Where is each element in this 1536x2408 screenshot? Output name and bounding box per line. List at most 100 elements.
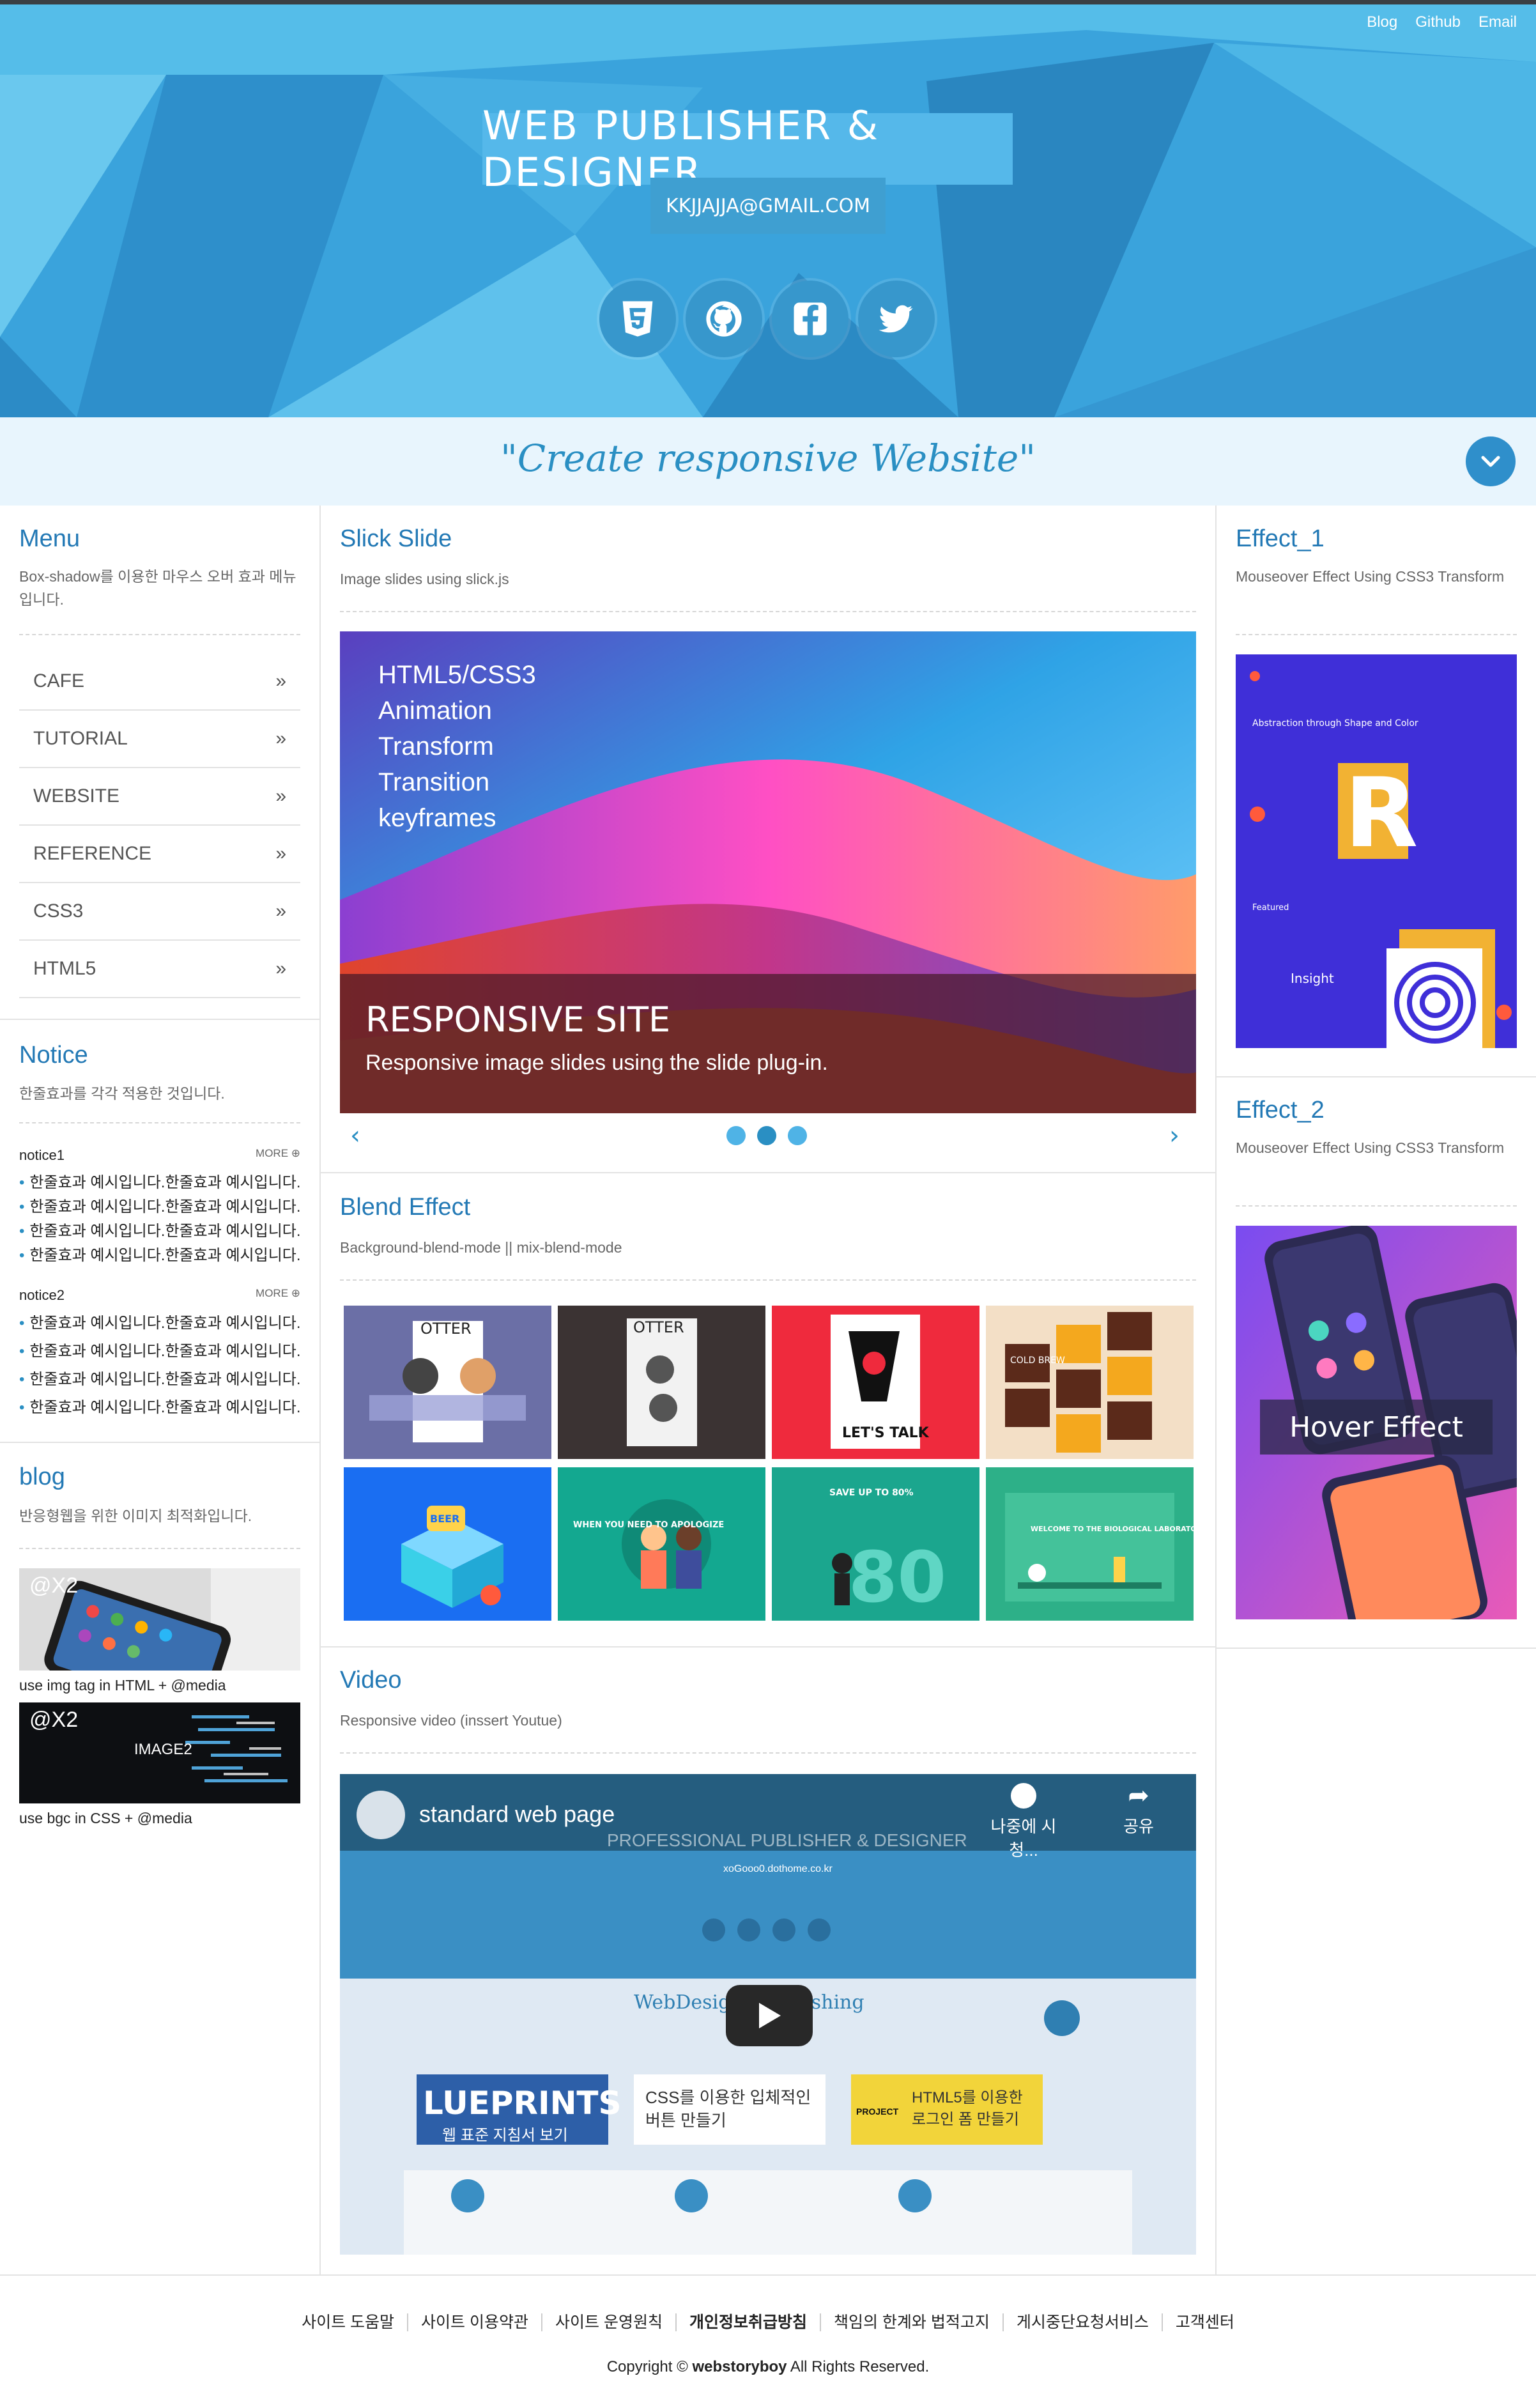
double-chevron-right-icon: » <box>275 958 286 979</box>
lets-talk-illustration: LET'S TALK <box>772 1306 979 1459</box>
footer-link[interactable]: 책임의 한계와 법적고지 <box>821 2313 1004 2331</box>
effect2-image[interactable]: Hover Effect <box>1236 1226 1517 1619</box>
slide-dot[interactable] <box>788 1126 807 1145</box>
html5-icon[interactable] <box>599 281 676 357</box>
top-nav-email[interactable]: Email <box>1478 13 1517 31</box>
effect1-image[interactable]: Abstraction through Shape and Color R Fe… <box>1236 654 1517 1048</box>
tile-text: OTTER <box>633 1318 684 1336</box>
video-title-text[interactable]: standard web page <box>419 1801 615 1828</box>
more-label: MORE <box>256 1287 289 1299</box>
effect1-title: Effect_1 <box>1236 525 1325 552</box>
slide-prev-button[interactable]: ‹ <box>350 1121 360 1150</box>
tile-number: 80 <box>849 1536 946 1618</box>
menu-item-tutorial[interactable]: TUTORIAL » <box>19 711 300 768</box>
notice-line[interactable]: • 한줄효과 예시입니다.한줄효과 예시입니다. <box>19 1338 300 1361</box>
blog-image-phone[interactable]: @X2 <box>19 1568 300 1671</box>
blend-dash-divider <box>340 1279 1196 1281</box>
double-chevron-right-icon: » <box>275 900 286 922</box>
footer-link-privacy[interactable]: 개인정보취급방침 <box>677 2313 821 2331</box>
github-icon[interactable] <box>686 281 762 357</box>
blend-desc: Background-blend-mode || mix-blend-mode <box>340 1239 622 1256</box>
copyright: Copyright © webstoryboy All Rights Reser… <box>0 2358 1536 2376</box>
effect2-title: Effect_2 <box>1236 1097 1325 1123</box>
notice1-name: notice1 <box>19 1147 65 1163</box>
tile-text: WHEN YOU NEED TO APOLOGIZE <box>573 1520 724 1530</box>
notice-line[interactable]: • 한줄효과 예시입니다.한줄효과 예시입니다. <box>19 1394 300 1417</box>
effect1-desc: Mouseover Effect Using CSS3 Transform <box>1236 568 1505 585</box>
notice-line-text: 한줄효과 예시입니다.한줄효과 예시입니다. <box>29 1371 300 1388</box>
copyright-suffix: All Rights Reserved. <box>790 2358 930 2375</box>
blend-tile[interactable]: OTTER <box>344 1306 551 1459</box>
top-nav-github[interactable]: Github <box>1415 13 1461 31</box>
scroll-down-button[interactable] <box>1466 436 1516 486</box>
menu-item-website[interactable]: WEBSITE » <box>19 768 300 826</box>
notice-line[interactable]: • 한줄효과 예시입니다.한줄효과 예시입니다. <box>19 1218 300 1240</box>
slide-image[interactable]: HTML5/CSS3 Animation Transform Transitio… <box>340 631 1196 1113</box>
notice-line[interactable]: • 한줄효과 예시입니다.한줄효과 예시입니다. <box>19 1194 300 1216</box>
beer-shop-illustration: BEER <box>344 1467 551 1621</box>
notice2-more-link[interactable]: MORE ⊕ <box>256 1287 300 1304</box>
slide-line: Transition <box>378 768 490 796</box>
effect1-text: Featured <box>1252 903 1289 913</box>
blog-image-label: IMAGE2 <box>134 1741 192 1758</box>
notice1-more-link[interactable]: MORE ⊕ <box>256 1147 300 1164</box>
top-nav-blog[interactable]: Blog <box>1367 13 1397 31</box>
notice-line[interactable]: • 한줄효과 예시입니다.한줄효과 예시입니다. <box>19 1366 300 1389</box>
share-button[interactable]: ➦ 공유 <box>1113 1783 1164 1837</box>
blend-tile[interactable]: WELCOME TO THE BIOLOGICAL LABORATORY <box>986 1467 1194 1621</box>
blend-tile[interactable]: 80 SAVE UP TO 80% <box>772 1467 979 1621</box>
menu-item-html5[interactable]: HTML5 » <box>19 941 300 998</box>
notice-line[interactable]: • 한줄효과 예시입니다.한줄효과 예시입니다. <box>19 1242 300 1265</box>
blog-caption: use bgc in CSS + @media <box>19 1810 192 1826</box>
slide-dot[interactable] <box>726 1126 746 1145</box>
notice-title: Notice <box>19 1042 88 1069</box>
watch-later-button[interactable]: 나중에 시청... <box>979 1783 1068 1861</box>
blend-tile[interactable]: WHEN YOU NEED TO APOLOGIZE <box>558 1467 765 1621</box>
blog-title: blog <box>19 1463 65 1490</box>
blend-title: Blend Effect <box>340 1194 471 1221</box>
top-nav: Blog Github Email <box>1367 13 1517 31</box>
menu-item-reference[interactable]: REFERENCE » <box>19 826 300 883</box>
email-badge[interactable]: KKJJAJJA@GMAIL.COM <box>650 178 886 234</box>
facebook-icon[interactable] <box>772 281 849 357</box>
otter-poster-dark-illustration: OTTER <box>558 1306 765 1459</box>
tile-text: BEER <box>430 1513 459 1525</box>
slide-next-button[interactable]: › <box>1169 1121 1179 1150</box>
notice2-header: notice2 MORE ⊕ <box>19 1287 300 1304</box>
slide-dot-active[interactable] <box>757 1126 776 1145</box>
footer-link[interactable]: 사이트 이용약관 <box>408 2313 542 2331</box>
slogan-text: "Create responsive Website" <box>500 436 1036 480</box>
notice-dash-divider <box>19 1122 300 1123</box>
notice-line[interactable]: • 한줄효과 예시입니다.한줄효과 예시입니다. <box>19 1169 300 1192</box>
menu-item-label: REFERENCE <box>33 843 152 864</box>
blend-tile[interactable]: LET'S TALK <box>772 1306 979 1459</box>
blog-badge: @X2 <box>29 1708 79 1732</box>
left-section-divider <box>0 1019 319 1020</box>
center-section-divider <box>319 1646 1215 1648</box>
video-card1-sub: 웹 표준 지침서 보기 <box>442 2127 568 2144</box>
slide-caption-desc: Responsive image slides using the slide … <box>365 1051 828 1075</box>
notice-line[interactable]: • 한줄효과 예시입니다.한줄효과 예시입니다. <box>19 1310 300 1332</box>
menu-item-label: CAFE <box>33 670 85 691</box>
slick-dash-divider <box>340 611 1196 612</box>
youtube-video-player[interactable]: standard web page PROFESSIONAL PUBLISHER… <box>340 1774 1196 2255</box>
footer-link[interactable]: 게시중단요청서비스 <box>1004 2313 1163 2331</box>
blend-tile[interactable]: COLD BREW <box>986 1306 1194 1459</box>
play-icon <box>759 2003 781 2028</box>
blend-tile[interactable]: BEER <box>344 1467 551 1621</box>
twitter-icon[interactable] <box>858 281 935 357</box>
tile-text: LET'S TALK <box>842 1425 930 1441</box>
slick-title: Slick Slide <box>340 525 452 552</box>
video-banner-sub: xoGooo0.dothome.co.kr <box>723 1864 833 1874</box>
blend-tile[interactable]: OTTER <box>558 1306 765 1459</box>
footer-link[interactable]: 사이트 도움말 <box>289 2313 409 2331</box>
copyright-prefix: Copyright © <box>606 2358 688 2375</box>
menu-item-css3[interactable]: CSS3 » <box>19 883 300 941</box>
video-banner-text: PROFESSIONAL PUBLISHER & DESIGNER <box>607 1830 967 1850</box>
footer-link[interactable]: 사이트 운영원칙 <box>542 2313 677 2331</box>
menu-item-cafe[interactable]: CAFE » <box>19 653 300 711</box>
video-play-button[interactable] <box>726 1985 813 2046</box>
footer-link[interactable]: 고객센터 <box>1163 2313 1247 2331</box>
blog-image-code[interactable]: @X2 IMAGE2 <box>19 1702 300 1803</box>
slide-caption: RESPONSIVE SITE Responsive image slides … <box>340 974 1196 1113</box>
